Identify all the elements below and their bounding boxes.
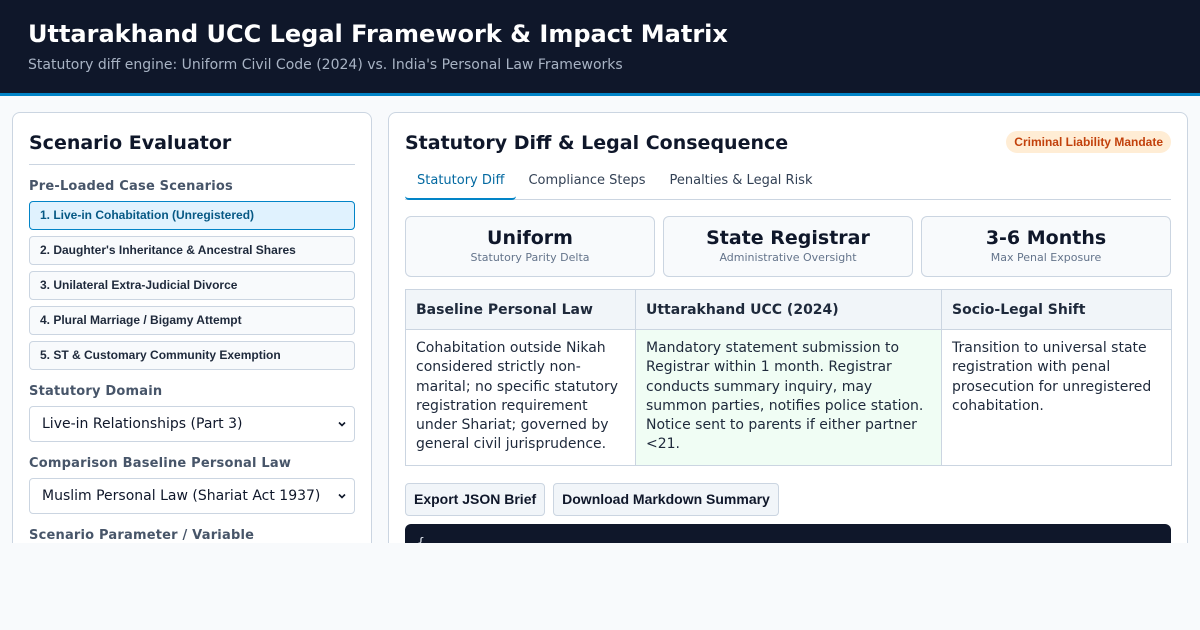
scenario-button-st-exemption[interactable]: 5. ST & Customary Community Exemption xyxy=(29,341,355,370)
tab-statutory-diff[interactable]: Statutory Diff xyxy=(405,168,517,200)
scenario-button-bigamy[interactable]: 4. Plural Marriage / Bigamy Attempt xyxy=(29,306,355,335)
stat-value: State Registrar xyxy=(706,227,870,249)
chevron-down-icon xyxy=(338,421,346,427)
stat-label: Statutory Parity Delta xyxy=(470,251,590,264)
baseline-law-select[interactable]: Muslim Personal Law (Shariat Act 1937) xyxy=(29,478,355,514)
scenario-evaluator-panel: Scenario Evaluator Pre-Loaded Case Scena… xyxy=(12,112,372,543)
diff-tabs: Statutory Diff Compliance Steps Penaltie… xyxy=(405,168,1171,200)
scenarios-label: Pre-Loaded Case Scenarios xyxy=(29,179,233,194)
page-subtitle: Statutory diff engine: Uniform Civil Cod… xyxy=(28,57,623,73)
stat-card-oversight: State Registrar Administrative Oversight xyxy=(663,216,913,277)
download-markdown-button[interactable]: Download Markdown Summary xyxy=(553,482,779,516)
scenario-button-divorce[interactable]: 3. Unilateral Extra-Judicial Divorce xyxy=(29,271,355,300)
export-actions: Export JSON Brief Download Markdown Summ… xyxy=(405,482,1171,516)
app-header: Uttarakhand UCC Legal Framework & Impact… xyxy=(0,0,1200,96)
parameter-label: Scenario Parameter / Variable xyxy=(29,528,255,543)
chevron-down-icon xyxy=(338,493,346,499)
criminal-liability-badge: Criminal Liability Mandate xyxy=(1006,131,1171,153)
stat-label: Max Penal Exposure xyxy=(990,251,1102,264)
baseline-law-value: Muslim Personal Law (Shariat Act 1937) xyxy=(42,488,321,504)
domain-label: Statutory Domain xyxy=(29,384,163,399)
stat-card-penal-exposure: 3-6 Months Max Penal Exposure xyxy=(921,216,1171,277)
scroll-viewport[interactable]: Scenario Evaluator Pre-Loaded Case Scena… xyxy=(0,96,1200,543)
table-header-row: Baseline Personal Law Uttarakhand UCC (2… xyxy=(405,289,1172,330)
stat-label: Administrative Oversight xyxy=(719,251,857,264)
stat-card-parity: Uniform Statutory Parity Delta xyxy=(405,216,655,277)
stat-value: Uniform xyxy=(487,227,573,249)
column-header: Baseline Personal Law xyxy=(405,289,636,330)
tab-label: Statutory Diff xyxy=(417,173,505,188)
tab-label: Penalties & Legal Risk xyxy=(669,173,813,188)
tab-penalties-legal-risk[interactable]: Penalties & Legal Risk xyxy=(657,168,824,200)
baseline-cell: Cohabitation outside Nikah considered st… xyxy=(405,329,636,466)
evaluator-title: Scenario Evaluator xyxy=(29,130,355,165)
column-header: Socio-Legal Shift xyxy=(941,289,1172,330)
statutory-domain-select[interactable]: Live-in Relationships (Part 3) xyxy=(29,406,355,442)
column-header: Uttarakhand UCC (2024) xyxy=(635,289,942,330)
ucc-cell: Mandatory statement submission to Regist… xyxy=(635,329,942,466)
statutory-diff-table: Baseline Personal Law Uttarakhand UCC (2… xyxy=(405,289,1172,466)
scenario-button-live-in[interactable]: 1. Live-in Cohabitation (Unregistered) xyxy=(29,201,355,230)
page-title: Uttarakhand UCC Legal Framework & Impact… xyxy=(28,20,728,48)
json-preview: { xyxy=(405,523,1171,543)
stat-value: 3-6 Months xyxy=(985,227,1107,249)
table-row: Cohabitation outside Nikah considered st… xyxy=(405,329,1172,466)
statutory-domain-value: Live-in Relationships (Part 3) xyxy=(42,416,243,432)
shift-cell: Transition to universal state registrati… xyxy=(941,329,1172,466)
scenario-button-inheritance[interactable]: 2. Daughter's Inheritance & Ancestral Sh… xyxy=(29,236,355,265)
tab-compliance-steps[interactable]: Compliance Steps xyxy=(516,168,657,200)
statutory-diff-panel: Statutory Diff & Legal Consequence Crimi… xyxy=(388,112,1188,543)
export-json-button[interactable]: Export JSON Brief xyxy=(405,482,546,516)
stat-cards: Uniform Statutory Parity Delta State Reg… xyxy=(405,216,1171,277)
tab-label: Compliance Steps xyxy=(528,173,646,188)
baseline-label: Comparison Baseline Personal Law xyxy=(29,456,292,471)
